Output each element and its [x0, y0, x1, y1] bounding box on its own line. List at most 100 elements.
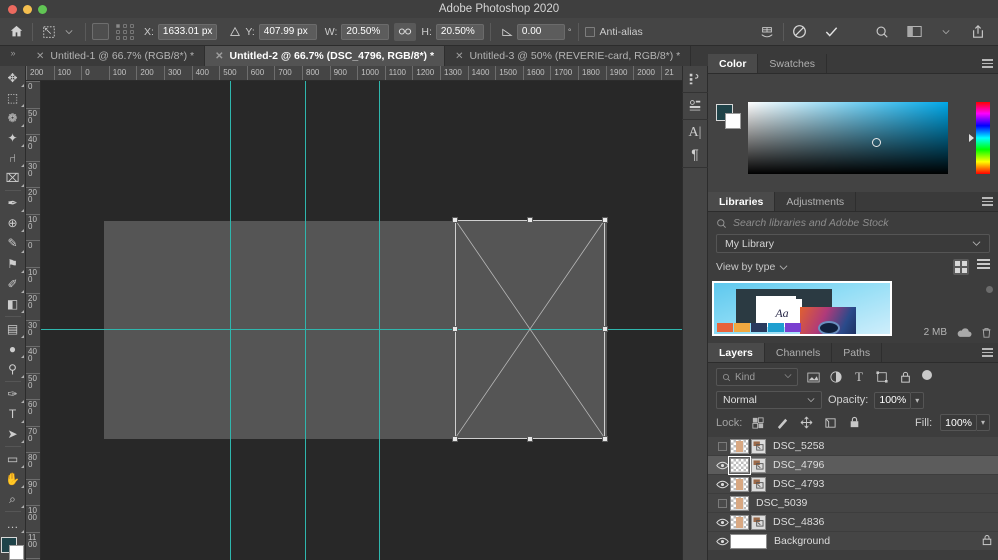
libraries-search-row[interactable]: Search libraries and Adobe Stock — [708, 212, 998, 234]
history-brush-tool[interactable]: ✐ — [1, 274, 25, 294]
tool-preset-chevron-icon[interactable] — [59, 22, 79, 42]
guide-vertical-1[interactable] — [230, 81, 231, 560]
layer-row[interactable]: DSC_5258 — [708, 437, 998, 456]
lock-artboard-icon[interactable] — [822, 415, 838, 431]
rotate-icon[interactable] — [497, 22, 517, 42]
eye-hidden-icon[interactable] — [714, 442, 730, 451]
transform-handle-br[interactable] — [602, 436, 608, 442]
relative-positioning-icon[interactable] — [225, 22, 245, 42]
character-panel-icon[interactable]: A| — [685, 124, 705, 142]
opacity-input[interactable]: 100% — [874, 392, 911, 409]
antialias-checkbox[interactable] — [585, 27, 595, 37]
hand-tool[interactable]: ✋ — [1, 469, 25, 489]
transform-bounding-box[interactable] — [455, 220, 605, 439]
width-input[interactable]: 20.50% — [341, 24, 389, 40]
guide-vertical-3[interactable] — [379, 81, 380, 560]
opacity-stepper[interactable]: ▾ — [911, 392, 924, 409]
properties-panel-icon[interactable] — [685, 97, 705, 115]
rectangle-tool[interactable]: ▭ — [1, 449, 25, 469]
paragraph-panel-icon[interactable]: ¶ — [685, 145, 705, 163]
tab-libraries[interactable]: Libraries — [708, 192, 775, 211]
close-window-button[interactable] — [8, 5, 17, 14]
layer-thumbnails[interactable] — [730, 477, 766, 492]
dodge-tool[interactable]: ⚲ — [1, 359, 25, 379]
maximize-window-button[interactable] — [38, 5, 47, 14]
layer-lock-icon[interactable] — [982, 534, 992, 549]
angle-input[interactable]: 0.00 — [517, 24, 565, 40]
rectangular-marquee-tool[interactable]: ⬚ — [1, 88, 25, 108]
transform-handle-tr[interactable] — [602, 217, 608, 223]
chevron-down-icon[interactable] — [779, 263, 788, 272]
commit-transform-icon[interactable] — [822, 22, 842, 42]
document-tab-3[interactable]: ✕ Untitled-3 @ 50% (REVERIE-card, RGB/8*… — [445, 46, 691, 66]
crop-tool[interactable]: ⑁ — [1, 148, 25, 168]
magic-wand-tool[interactable]: ✦ — [1, 128, 25, 148]
layer-thumbnails[interactable] — [730, 534, 767, 549]
blur-tool[interactable]: ● — [1, 339, 25, 359]
tab-layers[interactable]: Layers — [708, 343, 765, 362]
lock-all-icon[interactable] — [846, 415, 862, 431]
color-picker-cursor[interactable] — [872, 138, 881, 147]
chevron-down-icon[interactable] — [936, 22, 956, 42]
layer-thumbnail[interactable] — [730, 458, 749, 473]
library-item-thumbnail[interactable]: Aa — [712, 281, 892, 336]
tab-paths[interactable]: Paths — [832, 343, 882, 362]
x-input[interactable]: 1633.01 px — [158, 24, 218, 40]
filter-kind-select[interactable]: Kind — [716, 368, 798, 386]
lock-position-icon[interactable] — [798, 415, 814, 431]
frame-tool[interactable]: ⌧ — [1, 168, 25, 188]
layer-thumbnail[interactable] — [730, 534, 767, 549]
layer-row[interactable]: DSC_4793 — [708, 475, 998, 494]
shape-filter-icon[interactable] — [874, 369, 890, 385]
layer-thumbnails[interactable] — [730, 439, 766, 454]
filter-toggle-switch[interactable] — [922, 370, 932, 380]
layer-thumbnails[interactable] — [730, 515, 766, 530]
history-panel-icon[interactable] — [685, 70, 705, 88]
fill-stepper[interactable]: ▾ — [977, 414, 990, 431]
layer-thumbnail[interactable] — [730, 477, 749, 492]
share-icon[interactable] — [968, 22, 988, 42]
warp-icon[interactable] — [757, 22, 777, 42]
layer-row[interactable]: Background — [708, 532, 998, 551]
layer-thumbnails[interactable] — [730, 458, 766, 473]
hue-slider[interactable] — [976, 102, 990, 174]
layer-row[interactable]: DSC_4796 — [708, 456, 998, 475]
horizontal-ruler[interactable]: 2001000100200300400500600700800900100011… — [26, 66, 682, 81]
eye-visible-icon[interactable] — [714, 480, 730, 489]
zoom-tool[interactable]: ⌕ — [1, 489, 25, 509]
gradient-tool[interactable]: ▤ — [1, 319, 25, 339]
eye-visible-icon[interactable] — [714, 537, 730, 546]
layer-thumbnails[interactable] — [730, 496, 749, 511]
pen-tool[interactable]: ✑ — [1, 384, 25, 404]
library-selector[interactable]: My Library — [716, 234, 990, 253]
eye-visible-icon[interactable] — [714, 461, 730, 470]
eye-hidden-icon[interactable] — [714, 499, 730, 508]
layer-row[interactable]: DSC_4836 — [708, 513, 998, 532]
guide-vertical-2[interactable] — [305, 81, 306, 560]
home-icon[interactable] — [6, 22, 26, 42]
smart-object-filter-icon[interactable] — [897, 369, 913, 385]
blend-mode-select[interactable]: Normal — [716, 391, 822, 409]
panel-menu-icon[interactable] — [982, 59, 993, 68]
eyedropper-tool[interactable]: ✒ — [1, 193, 25, 213]
lock-transparent-pixels-icon[interactable] — [750, 415, 766, 431]
panel-menu-icon[interactable] — [982, 197, 993, 206]
search-icon[interactable] — [872, 22, 892, 42]
layer-thumbnail[interactable] — [730, 515, 749, 530]
edit-toolbar[interactable]: … — [1, 514, 25, 534]
transform-handle-ml[interactable] — [452, 326, 458, 332]
adjustment-filter-icon[interactable] — [828, 369, 844, 385]
close-icon[interactable]: ✕ — [36, 51, 44, 62]
canvas-area[interactable] — [41, 81, 682, 560]
move-tool[interactable]: ✥ — [1, 68, 25, 88]
close-icon[interactable]: ✕ — [455, 51, 463, 62]
transform-handle-mr[interactable] — [602, 326, 608, 332]
background-color-swatch[interactable] — [725, 113, 741, 129]
lasso-tool[interactable]: ❁ — [1, 108, 25, 128]
expand-panels-icon[interactable]: » — [0, 46, 26, 66]
transform-handle-bl[interactable] — [452, 436, 458, 442]
fill-input[interactable]: 100% — [940, 414, 977, 431]
color-swatches[interactable] — [716, 104, 744, 130]
view-by-label[interactable]: View by type — [716, 261, 775, 273]
lock-image-pixels-icon[interactable] — [774, 415, 790, 431]
